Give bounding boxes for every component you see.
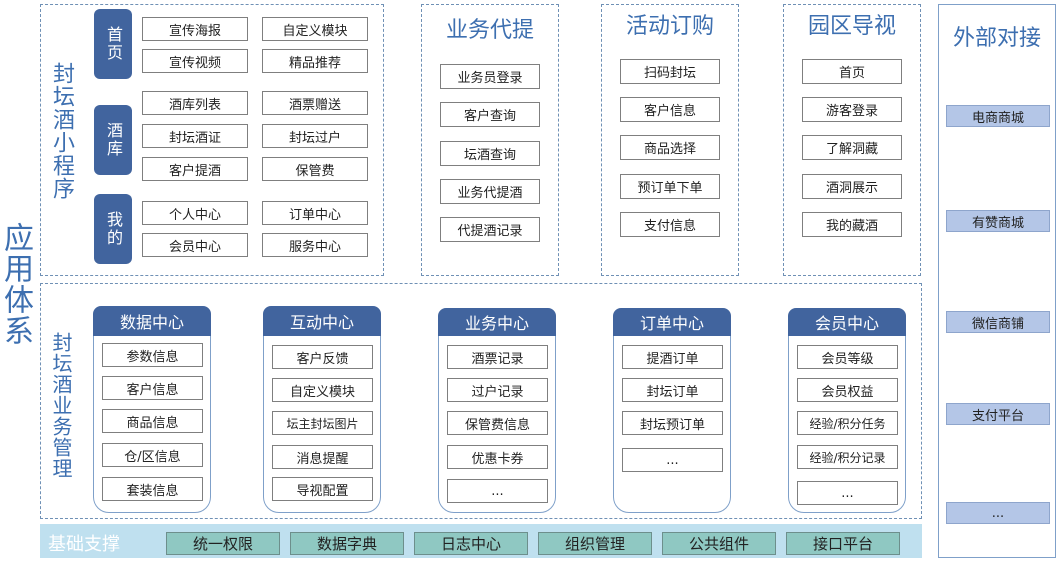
management-title: 封坛酒业务管理 — [49, 332, 73, 479]
center-title: 数据中心 — [93, 306, 211, 336]
center-item[interactable]: 客户反馈 — [272, 345, 373, 369]
mp-item[interactable]: 宣传视频 — [142, 49, 248, 73]
column-item[interactable]: 扫码封坛 — [620, 59, 720, 84]
center-title: 订单中心 — [613, 308, 731, 336]
tab-cellar[interactable]: 酒库 — [94, 105, 132, 175]
center-item[interactable]: 经验/积分任务 — [797, 411, 898, 435]
column-title: 业务代提 — [445, 18, 534, 43]
column-item[interactable]: 客户查询 — [440, 102, 540, 127]
center-item[interactable]: 酒票记录 — [447, 345, 548, 369]
external-area — [938, 4, 1056, 558]
center-item[interactable]: 消息提醒 — [272, 445, 373, 469]
column-item[interactable]: 客户信息 — [620, 97, 720, 122]
center-item[interactable]: 仓/区信息 — [102, 443, 203, 467]
mp-item[interactable]: 服务中心 — [262, 233, 368, 257]
base-item[interactable]: 统一权限 — [166, 532, 280, 555]
mp-item[interactable]: 精品推荐 — [262, 49, 368, 73]
mp-item[interactable]: 封坛酒证 — [142, 124, 248, 148]
tab-mine[interactable]: 我的 — [94, 194, 132, 264]
center-title: 业务中心 — [438, 308, 556, 336]
center-item[interactable]: 坛主封坛图片 — [272, 411, 373, 435]
base-item[interactable]: 数据字典 — [290, 532, 404, 555]
base-item[interactable]: 组织管理 — [538, 532, 652, 555]
external-title: 外部对接 — [952, 26, 1041, 51]
column-item[interactable]: 酒洞展示 — [802, 174, 902, 199]
miniprogram-title: 封坛酒小程序 — [49, 62, 74, 200]
mp-item[interactable]: 宣传海报 — [142, 17, 248, 41]
tab-home[interactable]: 首页 — [94, 9, 132, 79]
base-item[interactable]: 公共组件 — [662, 532, 776, 555]
center-item[interactable]: ... — [797, 481, 898, 505]
center-item[interactable]: 自定义模块 — [272, 378, 373, 402]
center-item[interactable]: 参数信息 — [102, 343, 203, 367]
center-item[interactable]: 会员权益 — [797, 378, 898, 402]
mp-item[interactable]: 会员中心 — [142, 233, 248, 257]
mp-item[interactable]: 保管费 — [262, 157, 368, 181]
center-item[interactable]: 封坛预订单 — [622, 411, 723, 435]
column-item[interactable]: 游客登录 — [802, 97, 902, 122]
mp-item[interactable]: 个人中心 — [142, 201, 248, 225]
column-title: 园区导视 — [807, 14, 896, 39]
column-title: 活动订购 — [625, 14, 714, 39]
column-item[interactable]: 业务代提酒 — [440, 179, 540, 204]
app-system-title: 应用体系 — [0, 222, 33, 346]
mp-item[interactable]: 酒票赠送 — [262, 91, 368, 115]
external-item[interactable]: 电商商城 — [946, 105, 1050, 127]
center-item[interactable]: 提酒订单 — [622, 345, 723, 369]
mp-item[interactable]: 订单中心 — [262, 201, 368, 225]
external-item[interactable]: ... — [946, 502, 1050, 524]
external-item[interactable]: 支付平台 — [946, 403, 1050, 425]
column-item[interactable]: 我的藏酒 — [802, 212, 902, 237]
center-item[interactable]: ... — [447, 479, 548, 503]
center-item[interactable]: ... — [622, 448, 723, 472]
center-item[interactable]: 商品信息 — [102, 409, 203, 433]
column-item[interactable]: 了解洞藏 — [802, 135, 902, 160]
mp-item[interactable]: 客户提酒 — [142, 157, 248, 181]
center-item[interactable]: 客户信息 — [102, 376, 203, 400]
column-item[interactable]: 商品选择 — [620, 135, 720, 160]
column-item[interactable]: 坛酒查询 — [440, 141, 540, 166]
center-item[interactable]: 优惠卡券 — [447, 445, 548, 469]
center-item[interactable]: 经验/积分记录 — [797, 445, 898, 469]
column-item[interactable]: 代提酒记录 — [440, 217, 540, 242]
center-item[interactable]: 导视配置 — [272, 477, 373, 501]
center-item[interactable]: 封坛订单 — [622, 378, 723, 402]
center-title: 会员中心 — [788, 308, 906, 336]
external-item[interactable]: 有赞商城 — [946, 210, 1050, 232]
mp-item[interactable]: 酒库列表 — [142, 91, 248, 115]
center-item[interactable]: 套装信息 — [102, 477, 203, 501]
mp-item[interactable]: 自定义模块 — [262, 17, 368, 41]
column-item[interactable]: 业务员登录 — [440, 64, 540, 89]
center-item[interactable]: 会员等级 — [797, 345, 898, 369]
base-item[interactable]: 日志中心 — [414, 532, 528, 555]
column-item[interactable]: 首页 — [802, 59, 902, 84]
center-item[interactable]: 保管费信息 — [447, 411, 548, 435]
column-item[interactable]: 支付信息 — [620, 212, 720, 237]
base-item[interactable]: 接口平台 — [786, 532, 900, 555]
center-title: 互动中心 — [263, 306, 381, 336]
column-item[interactable]: 预订单下单 — [620, 174, 720, 199]
external-item[interactable]: 微信商铺 — [946, 311, 1050, 333]
base-support-title: 基础支撑 — [48, 534, 120, 555]
mp-item[interactable]: 封坛过户 — [262, 124, 368, 148]
center-item[interactable]: 过户记录 — [447, 378, 548, 402]
